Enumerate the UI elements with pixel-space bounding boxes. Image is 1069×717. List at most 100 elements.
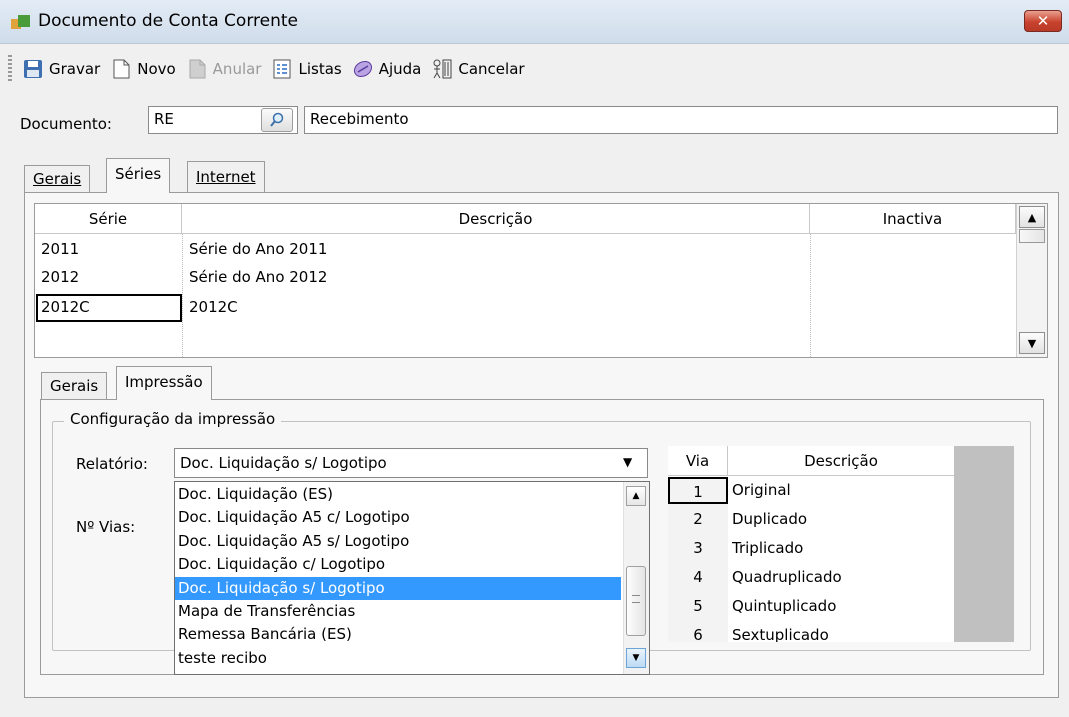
scroll-down-button[interactable]: ▼ (1019, 332, 1045, 354)
descricao-cell: Série do Ano 2012 (189, 268, 328, 286)
column-header-inactiva[interactable]: Inactiva (810, 204, 1016, 234)
report-option[interactable]: Doc. Liquidação s/ Logotipo (175, 576, 621, 600)
via-descricao-cell: Duplicado (732, 510, 808, 528)
via-number-cell: 1 (668, 477, 728, 504)
serie-cell: 2012 (41, 268, 80, 286)
arrow-up-icon: ▲ (632, 491, 640, 501)
documento-description-value: Recebimento (310, 110, 409, 128)
report-option[interactable]: Doc. Liquidação A5 s/ Logotipo (175, 530, 621, 553)
via-descricao-cell: Original (732, 481, 791, 499)
report-option[interactable]: Doc. Liquidação c/ Logotipo (175, 553, 621, 576)
via-number-cell: 3 (693, 539, 703, 557)
vias-grid: Via Descrição 1 Original 2 Duplicado 3 Tripli… (668, 446, 1014, 642)
novo-label: Novo (137, 60, 176, 78)
dropdown-scrollbar[interactable]: ▲ ▼ (623, 482, 649, 674)
scroll-up-button[interactable]: ▲ (1019, 206, 1045, 228)
vias-rows: 1 Original 2 Duplicado 3 Triplicado 4 Quadrupli… (668, 477, 954, 642)
serie-cell: 2011 (41, 240, 80, 258)
window-title: Documento de Conta Corrente (38, 11, 298, 31)
subtab-gerais[interactable]: Gerais (41, 372, 108, 400)
toolbar-grip[interactable] (8, 55, 12, 83)
arrow-down-icon: ▼ (632, 653, 640, 663)
via-number-cell: 6 (693, 626, 703, 642)
via-descricao-cell: Sextuplicado (732, 626, 829, 642)
documento-description-input[interactable]: Recebimento (304, 106, 1058, 134)
report-option[interactable]: Mapa de Transferências (175, 600, 621, 623)
tab-series[interactable]: Séries (106, 158, 171, 193)
tab-gerais[interactable]: Gerais (24, 165, 91, 193)
subtab-impressao-label: Impressão (125, 373, 203, 391)
report-options: Doc. Liquidação (ES) Doc. Liquidação A5 c… (175, 483, 621, 670)
ajuda-button[interactable]: Ajuda (352, 58, 421, 80)
listas-button[interactable]: Listas (271, 58, 342, 80)
app-icon (11, 15, 30, 29)
table-row[interactable]: 6 Sextuplicado (668, 622, 954, 642)
relatorio-selected-value: Doc. Liquidação s/ Logotipo (180, 454, 387, 472)
series-grid-scrollbar[interactable]: ▲ ▼ (1016, 204, 1047, 357)
via-number-cell: 5 (693, 597, 703, 615)
vias-grid-empty-area (954, 446, 1014, 642)
table-row[interactable]: 4 Quadruplicado (668, 564, 954, 593)
report-option[interactable]: Doc. Liquidação A5 c/ Logotipo (175, 506, 621, 529)
chevron-down-icon: ▼ (623, 455, 633, 469)
scroll-thumb[interactable] (626, 566, 646, 636)
close-icon: ✕ (1036, 12, 1050, 30)
descricao-cell: Série do Ano 2011 (189, 240, 328, 258)
arrow-down-icon: ▼ (1027, 336, 1037, 350)
arrow-up-icon: ▲ (1027, 210, 1037, 224)
table-row[interactable]: 3 Triplicado (668, 535, 954, 564)
report-option[interactable]: Doc. Liquidação (ES) (175, 483, 621, 506)
tab-internet[interactable]: Internet (187, 161, 265, 193)
table-row[interactable]: 1 Original (668, 477, 954, 506)
column-header-serie[interactable]: Série (35, 204, 182, 234)
via-descricao-cell: Triplicado (732, 539, 804, 557)
column-header-descricao[interactable]: Descrição (728, 446, 954, 476)
report-option[interactable]: teste recibo (175, 647, 621, 670)
gravar-button[interactable]: Gravar (22, 58, 100, 80)
search-icon (270, 112, 284, 127)
relatorio-label: Relatório: (76, 455, 148, 473)
list-icon (273, 59, 291, 79)
tab-series-label: Séries (115, 165, 162, 183)
listas-label: Listas (298, 60, 342, 78)
via-descricao-cell: Quadruplicado (732, 568, 842, 586)
via-descricao-cell: Quintuplicado (732, 597, 837, 615)
relatorio-select[interactable]: Doc. Liquidação s/ Logotipo ▼ (174, 448, 648, 478)
anular-button[interactable]: Anular (186, 58, 262, 80)
relatorio-dropdown-list[interactable]: Doc. Liquidação (ES) Doc. Liquidação A5 c… (174, 481, 650, 675)
column-header-descricao[interactable]: Descrição (182, 204, 810, 234)
documento-lookup-button[interactable] (261, 108, 293, 132)
close-button[interactable]: ✕ (1024, 10, 1062, 32)
tab-gerais-label: Gerais (33, 170, 82, 188)
grip-icon (632, 595, 640, 603)
toolbar: Gravar Novo Anular Listas Ajuda Cancelar (0, 51, 1069, 87)
exit-icon (433, 59, 452, 79)
column-header-via[interactable]: Via (668, 446, 728, 476)
anular-label: Anular (212, 60, 262, 78)
series-grid: Série Descrição Inactiva 2011 Série do A… (34, 203, 1048, 358)
table-row[interactable]: 2 Duplicado (668, 506, 954, 535)
vias-label: Nº Vias: (76, 518, 136, 536)
subtab-gerais-label: Gerais (50, 377, 99, 395)
table-row[interactable]: 5 Quintuplicado (668, 593, 954, 622)
tab-internet-label: Internet (196, 168, 256, 186)
cancelar-button[interactable]: Cancelar (431, 58, 525, 80)
via-number-cell: 4 (693, 568, 703, 586)
novo-button[interactable]: Novo (110, 58, 176, 80)
column-divider (182, 234, 183, 357)
serie-cell: 2012C (41, 298, 90, 316)
scroll-up-button[interactable]: ▲ (626, 486, 646, 506)
print-config-title: Configuração da impressão (64, 410, 282, 428)
subtab-impressao[interactable]: Impressão (116, 366, 212, 400)
report-option[interactable]: Remessa Bancária (ES) (175, 623, 621, 646)
documento-code-value: RE (154, 110, 174, 128)
new-document-icon (113, 59, 130, 79)
via-number-cell: 2 (693, 510, 703, 528)
scroll-down-button[interactable]: ▼ (626, 648, 646, 668)
save-icon (24, 60, 42, 78)
relatorio-label-text: Relatório: (76, 455, 148, 473)
help-icon (353, 60, 372, 78)
scroll-thumb[interactable] (1019, 229, 1045, 243)
title-bar: Documento de Conta Corrente ✕ (0, 0, 1069, 44)
column-divider (810, 234, 811, 357)
